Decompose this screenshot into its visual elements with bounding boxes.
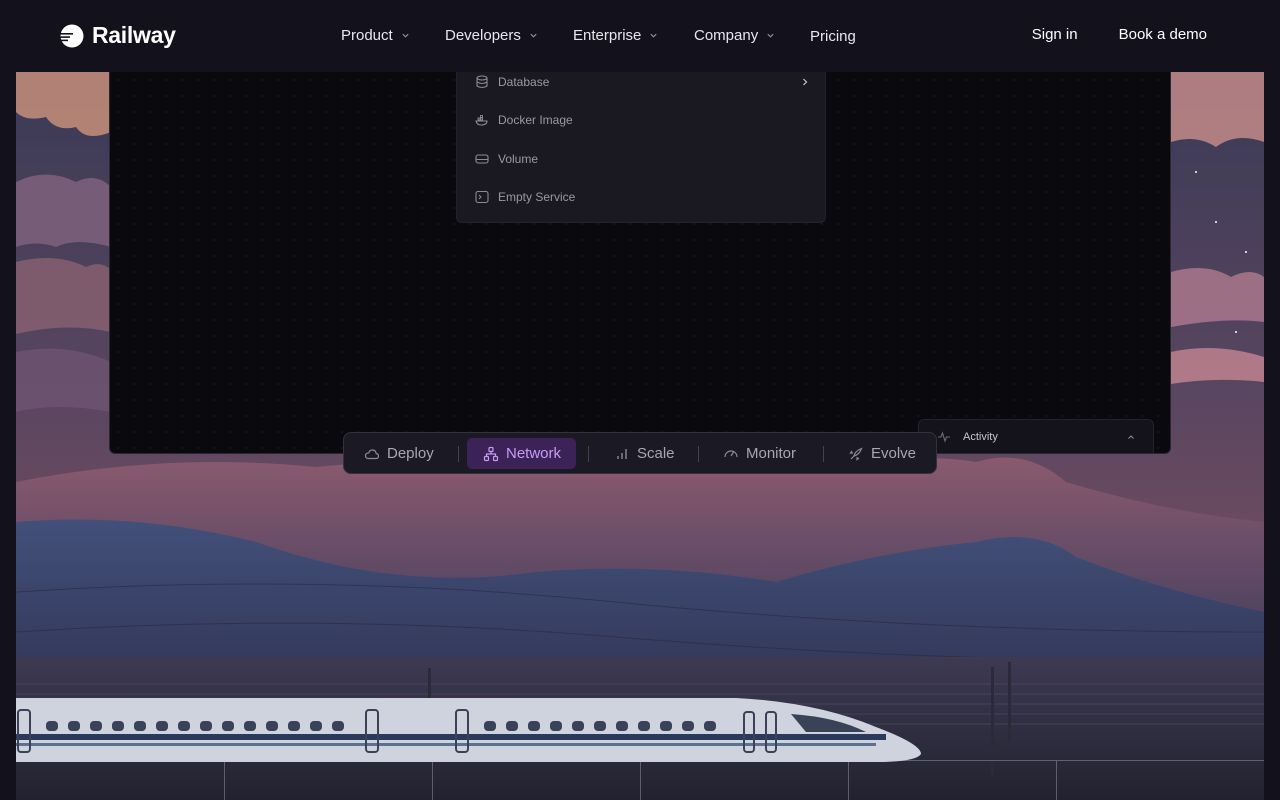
- database-icon: [476, 75, 488, 89]
- section-grid-lines: [16, 760, 1264, 800]
- chevron-down-icon: [402, 33, 409, 38]
- sign-in-link[interactable]: Sign in: [1032, 26, 1078, 43]
- menu-item-label: Database: [498, 75, 550, 89]
- nav-item-label: Enterprise: [573, 27, 642, 44]
- tab-divider: [823, 446, 824, 462]
- nav-item-product[interactable]: Product: [341, 27, 445, 44]
- tab-divider: [698, 446, 699, 462]
- menu-item-label: Volume: [498, 152, 539, 166]
- tab-label: Deploy: [387, 445, 434, 462]
- cloud-icon: [364, 448, 380, 459]
- network-icon: [483, 446, 499, 461]
- tab-network[interactable]: Network: [467, 438, 577, 469]
- new-service-menu: Database Docker Image Volume Empty Servi…: [456, 72, 826, 223]
- tab-label: Scale: [637, 445, 675, 462]
- nav-item-company[interactable]: Company: [694, 27, 810, 44]
- menu-item-volume[interactable]: Volume: [475, 149, 809, 169]
- book-demo-link[interactable]: Book a demo: [1119, 26, 1207, 43]
- tab-divider: [458, 446, 459, 462]
- activity-label: Activity: [963, 431, 998, 443]
- activity-icon: [938, 431, 950, 443]
- tab-scale[interactable]: Scale: [614, 438, 675, 469]
- menu-item-label: Empty Service: [498, 190, 576, 204]
- menu-item-database[interactable]: Database: [475, 72, 809, 92]
- chevron-down-icon: [767, 33, 774, 38]
- gauge-icon: [724, 449, 738, 457]
- chevron-up-icon: [1128, 435, 1134, 439]
- project-canvas[interactable]: Database Docker Image Volume Empty Servi…: [109, 72, 1171, 454]
- chevron-down-icon: [530, 33, 537, 38]
- railway-logo-icon: [60, 24, 84, 47]
- tab-divider: [588, 446, 589, 462]
- menu-item-label: Docker Image: [498, 113, 573, 127]
- tab-label: Network: [506, 445, 562, 462]
- chevron-right-icon: [803, 78, 808, 86]
- railway-logo[interactable]: Railway: [60, 22, 176, 49]
- nav-actions: Sign in Book a demo: [1032, 26, 1207, 43]
- nav-item-label: Developers: [445, 27, 521, 44]
- top-navigation: Railway Product Developers Enterprise Co…: [0, 0, 1280, 72]
- nav-item-label: Company: [694, 27, 759, 44]
- feature-tab-bar: Deploy Network Scale Monitor Evolve: [343, 432, 937, 474]
- tab-monitor[interactable]: Monitor: [723, 438, 796, 469]
- nav-item-developers[interactable]: Developers: [445, 27, 573, 44]
- docker-icon: [475, 115, 488, 126]
- menu-item-docker-image[interactable]: Docker Image: [475, 110, 809, 130]
- nav-item-label: Pricing: [810, 28, 856, 45]
- chevron-down-icon: [650, 33, 657, 38]
- tab-label: Evolve: [871, 445, 917, 462]
- terminal-icon: [475, 190, 489, 204]
- volume-icon: [475, 154, 489, 164]
- menu-item-empty-service[interactable]: Empty Service: [475, 187, 809, 207]
- tab-deploy[interactable]: Deploy: [364, 438, 434, 469]
- tab-label: Monitor: [746, 445, 797, 462]
- nav-item-enterprise[interactable]: Enterprise: [573, 27, 694, 44]
- activity-panel[interactable]: Activity: [918, 419, 1154, 453]
- nav-item-pricing[interactable]: Pricing: [810, 28, 856, 45]
- brand-name: Railway: [92, 22, 176, 48]
- bar-chart-icon: [617, 448, 627, 459]
- tab-evolve[interactable]: Evolve: [848, 438, 916, 469]
- nav-item-label: Product: [341, 27, 393, 44]
- rocket-icon: [849, 446, 863, 461]
- main-menu: Product Developers Enterprise Company Pr…: [341, 26, 856, 45]
